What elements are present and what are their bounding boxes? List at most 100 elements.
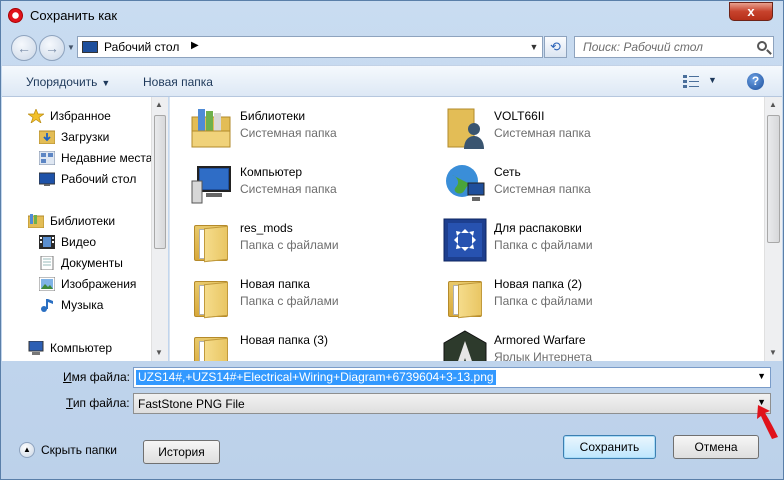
file-type: Системная папка [240, 182, 337, 196]
breadcrumb-desktop[interactable]: Рабочий стол [104, 40, 179, 54]
command-toolbar: Упорядочить ▼ Новая папка ▼ ? [2, 65, 782, 97]
organize-button[interactable]: Упорядочить ▼ [26, 75, 110, 89]
folder-icon [188, 217, 234, 263]
file-type: Папка с файлами [240, 238, 339, 252]
window-title: Сохранить как [30, 8, 118, 23]
file-item-new-folder-2[interactable]: Новая папка (2) Папка с файлами [424, 267, 664, 321]
filename-dropdown-arrow-icon[interactable]: ▼ [757, 371, 766, 381]
file-type: Системная папка [240, 126, 337, 140]
organize-label: Упорядочить [26, 75, 98, 89]
video-icon [39, 235, 55, 249]
filename-label: Имя файла: [63, 370, 130, 384]
desktop-icon [39, 172, 55, 186]
file-type: Папка с файлами [240, 294, 339, 308]
libraries-icon [191, 109, 231, 148]
unpack-folder-icon [443, 218, 487, 262]
breadcrumb-arrow-icon[interactable]: ▶ [191, 40, 199, 51]
file-name: Новая папка [240, 277, 310, 291]
file-list: Библиотеки Системная папка VOLT66II Сист… [169, 97, 782, 361]
view-options-dropdown[interactable]: ▼ [708, 75, 717, 85]
network-icon [446, 165, 485, 201]
opera-app-icon [8, 8, 23, 23]
file-type: Системная папка [494, 126, 591, 140]
filetype-select[interactable]: FastStone PNG File ▼ [133, 393, 771, 414]
help-icon[interactable]: ? [747, 73, 764, 90]
title-bar: Сохранить как x [1, 1, 783, 31]
file-name: Armored Warfare [494, 333, 586, 347]
filetype-label-mnemonic: Т [66, 396, 73, 410]
file-item-user[interactable]: VOLT66II Системная папка [424, 99, 664, 153]
file-item-new-folder[interactable]: Новая папка Папка с файлами [170, 267, 410, 321]
nav-item-label: Избранное [50, 109, 111, 123]
forward-button[interactable]: → [39, 35, 65, 61]
filetype-label: Тип файла: [66, 396, 130, 410]
scrollbar-thumb[interactable] [154, 115, 166, 249]
documents-icon [40, 256, 54, 270]
navpane-scrollbar[interactable]: ▲ ▼ [151, 97, 168, 361]
nav-item-label: Недавние места [61, 151, 153, 165]
computer-icon [28, 341, 44, 355]
file-item-unpack[interactable]: Для распаковки Папка с файлами [424, 211, 664, 265]
folder-icon [188, 273, 234, 319]
nav-item-label: Музыка [61, 298, 104, 312]
nav-item-label: Библиотеки [50, 214, 116, 228]
star-icon [28, 109, 44, 123]
filename-value[interactable]: UZS14#,+UZS14#+Electrical+Wiring+Diagram… [136, 370, 496, 385]
file-item-libraries[interactable]: Библиотеки Системная папка [170, 99, 410, 153]
change-view-icon[interactable] [683, 75, 699, 89]
file-item-res-mods[interactable]: res_mods Папка с файлами [170, 211, 410, 265]
history-button[interactable]: История [143, 440, 220, 464]
save-as-dialog: Сохранить как x ← → ▼ Рабочий стол ▶ ▼ ⟲… [0, 0, 784, 480]
file-list-scrollbar[interactable]: ▲ ▼ [764, 97, 782, 361]
chevron-up-icon: ▲ [19, 442, 35, 458]
nav-item-label: Рабочий стол [61, 172, 137, 186]
file-name: Новая папка (2) [494, 277, 582, 291]
folder-icon [188, 329, 234, 361]
recent-places-icon [39, 151, 55, 165]
scroll-up-arrow-icon[interactable]: ▲ [155, 100, 163, 109]
file-type: Папка с файлами [494, 294, 593, 308]
address-bar[interactable]: Рабочий стол ▶ ▼ [77, 36, 543, 58]
refresh-button[interactable]: ⟲ [544, 36, 567, 58]
chevron-down-icon: ▼ [101, 78, 111, 88]
filename-input[interactable]: UZS14#,+UZS14#+Electrical+Wiring+Diagram… [133, 367, 771, 388]
recent-pages-dropdown[interactable]: ▼ [67, 43, 75, 52]
back-button[interactable]: ← [11, 35, 37, 61]
file-name: Новая папка (3) [240, 333, 328, 347]
scroll-up-arrow-icon[interactable]: ▲ [769, 100, 777, 109]
pictures-icon [39, 277, 55, 291]
file-name: res_mods [240, 221, 293, 235]
user-folder-icon [447, 108, 484, 149]
file-item-computer[interactable]: Компьютер Системная папка [170, 155, 410, 209]
search-input[interactable]: Поиск: Рабочий стол [574, 36, 774, 58]
search-icon[interactable] [757, 41, 767, 51]
address-dropdown-button[interactable]: ▼ [526, 38, 542, 56]
file-item-new-folder-3[interactable]: Новая папка (3) [170, 323, 410, 361]
cancel-button[interactable]: Отмена [673, 435, 759, 459]
filename-label-text: мя файла: [71, 370, 130, 384]
nav-item-label: Документы [61, 256, 123, 270]
file-item-armored-warfare[interactable]: Armored Warfare Ярлык Интернета [424, 323, 664, 361]
new-folder-button[interactable]: Новая папка [143, 75, 213, 89]
file-name: VOLT66II [494, 109, 545, 123]
scroll-down-arrow-icon[interactable]: ▼ [769, 348, 777, 357]
scroll-down-arrow-icon[interactable]: ▼ [155, 348, 163, 357]
scrollbar-thumb[interactable] [767, 115, 780, 243]
downloads-folder-icon [39, 130, 55, 144]
nav-item-label: Компьютер [50, 341, 113, 355]
file-name: Для распаковки [494, 221, 582, 235]
close-button[interactable]: x [729, 2, 773, 21]
file-name: Компьютер [240, 165, 303, 179]
nav-item-label: Изображения [61, 277, 137, 291]
save-button[interactable]: Сохранить [563, 435, 656, 459]
desktop-icon [82, 41, 98, 53]
armored-warfare-icon [443, 330, 487, 361]
libraries-icon [28, 214, 44, 228]
filename-label-mnemonic: И [63, 370, 72, 384]
filetype-label-text: ип файла: [72, 396, 130, 410]
music-icon [41, 299, 53, 312]
computer-icon [191, 166, 231, 204]
nav-item-label: Видео [61, 235, 97, 249]
hide-folders-label: Скрыть папки [41, 443, 117, 457]
file-item-network[interactable]: Сеть Системная папка [424, 155, 664, 209]
